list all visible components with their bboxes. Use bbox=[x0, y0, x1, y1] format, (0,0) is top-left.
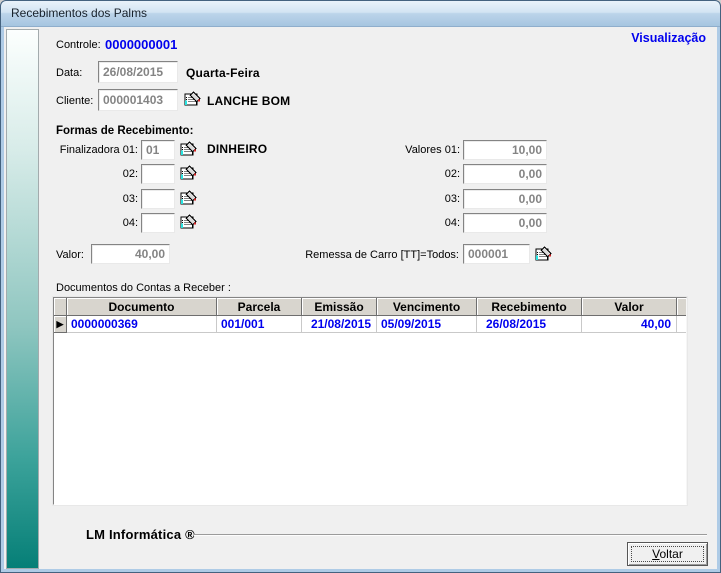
voltar-button[interactable]: Voltar bbox=[627, 542, 708, 566]
grid-header-row: Documento Parcela Emissão Vencimento Rec… bbox=[54, 298, 686, 316]
valores-4-field[interactable]: 0,00 bbox=[463, 213, 547, 233]
documentos-section-label: Documentos do Contas a Receber : bbox=[56, 282, 231, 294]
cell-filler bbox=[677, 316, 687, 333]
controle-label: Controle: bbox=[56, 39, 101, 51]
cliente-lookup-icon[interactable] bbox=[184, 91, 201, 108]
finalizadora-4-field[interactable] bbox=[141, 213, 175, 233]
valores-1-label: Valores 01: bbox=[381, 144, 460, 156]
valores-2-field[interactable]: 0,00 bbox=[463, 164, 547, 184]
remessa-field[interactable]: 000001 bbox=[463, 244, 530, 264]
window-title: Recebimentos dos Palms bbox=[11, 6, 147, 20]
finalizadora-4-label: 04: bbox=[41, 217, 138, 229]
cell-parcela: 001/001 bbox=[217, 316, 302, 333]
finalizadora-1-label: Finalizadora 01: bbox=[41, 144, 138, 156]
finalizadora-1-descricao: DINHEIRO bbox=[207, 142, 267, 156]
col-header-emissao[interactable]: Emissão bbox=[302, 298, 377, 316]
valores-1-field[interactable]: 10,00 bbox=[463, 140, 547, 160]
titlebar[interactable]: Recebimentos dos Palms bbox=[1, 1, 720, 27]
app-window: Recebimentos dos Palms Visualização Cont… bbox=[0, 0, 721, 573]
col-header-valor[interactable]: Valor bbox=[582, 298, 677, 316]
grid-corner-cell bbox=[54, 298, 67, 316]
brand-label: LM Informática ® bbox=[86, 527, 195, 542]
col-header-vencimento[interactable]: Vencimento bbox=[377, 298, 477, 316]
valor-label: Valor: bbox=[56, 249, 84, 261]
finalizadora-3-label: 03: bbox=[41, 193, 138, 205]
valores-3-field[interactable]: 0,00 bbox=[463, 189, 547, 209]
cell-valor: 40,00 bbox=[582, 316, 677, 333]
cliente-field[interactable]: 000001403 bbox=[98, 89, 178, 111]
valores-4-label: 04: bbox=[381, 217, 460, 229]
formas-section-label: Formas de Recebimento: bbox=[56, 125, 193, 137]
gradient-sidebar bbox=[6, 29, 39, 569]
table-row[interactable]: ▶ 0000000369 001/001 21/08/2015 05/09/20… bbox=[54, 316, 686, 333]
finalizadora-4-lookup-icon[interactable] bbox=[180, 214, 197, 231]
col-header-filler bbox=[677, 298, 687, 316]
col-header-recebimento[interactable]: Recebimento bbox=[477, 298, 582, 316]
cell-recebimento: 26/08/2015 bbox=[477, 316, 582, 333]
col-header-documento[interactable]: Documento bbox=[67, 298, 217, 316]
remessa-label: Remessa de Carro [TT]=Todos: bbox=[301, 249, 459, 261]
documentos-grid[interactable]: Documento Parcela Emissão Vencimento Rec… bbox=[53, 297, 687, 505]
remessa-lookup-icon[interactable] bbox=[535, 246, 552, 263]
controle-value: 0000000001 bbox=[105, 37, 177, 52]
finalizadora-3-lookup-icon[interactable] bbox=[180, 190, 197, 207]
valores-2-label: 02: bbox=[381, 168, 460, 180]
finalizadora-1-field[interactable]: 01 bbox=[141, 140, 175, 160]
mode-label: Visualização bbox=[631, 31, 706, 45]
row-indicator-icon: ▶ bbox=[54, 316, 67, 333]
col-header-parcela[interactable]: Parcela bbox=[217, 298, 302, 316]
cell-vencimento: 05/09/2015 bbox=[377, 316, 477, 333]
data-label: Data: bbox=[56, 67, 82, 79]
valor-field[interactable]: 40,00 bbox=[91, 244, 170, 264]
finalizadora-2-lookup-icon[interactable] bbox=[180, 165, 197, 182]
finalizadora-2-field[interactable] bbox=[141, 164, 175, 184]
valores-3-label: 03: bbox=[381, 193, 460, 205]
finalizadora-2-label: 02: bbox=[41, 168, 138, 180]
cell-emissao: 21/08/2015 bbox=[302, 316, 377, 333]
cliente-label: Cliente: bbox=[56, 95, 93, 107]
finalizadora-1-lookup-icon[interactable] bbox=[180, 141, 197, 158]
data-field[interactable]: 26/08/2015 bbox=[98, 61, 178, 83]
footer-divider bbox=[194, 534, 707, 536]
data-weekday: Quarta-Feira bbox=[186, 66, 260, 80]
cell-documento: 0000000369 bbox=[67, 316, 217, 333]
finalizadora-3-field[interactable] bbox=[141, 189, 175, 209]
cliente-name: LANCHE BOM bbox=[207, 94, 290, 108]
voltar-button-label: Voltar bbox=[652, 547, 683, 561]
